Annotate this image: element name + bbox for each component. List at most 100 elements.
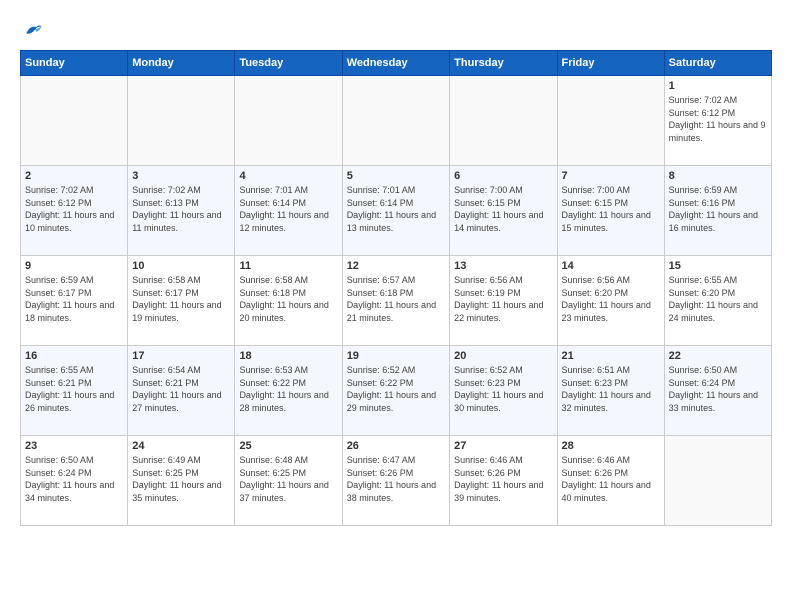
- calendar-week-row: 1 Sunrise: 7:02 AM Sunset: 6:12 PM Daylig…: [21, 76, 772, 166]
- day-number: 17: [132, 350, 230, 362]
- page-header: [20, 20, 772, 40]
- calendar-cell: 1 Sunrise: 7:02 AM Sunset: 6:12 PM Daylig…: [664, 76, 771, 166]
- calendar-cell: 25 Sunrise: 6:48 AM Sunset: 6:25 PM Dayli…: [235, 436, 342, 526]
- calendar-cell: 19 Sunrise: 6:52 AM Sunset: 6:22 PM Dayli…: [342, 346, 449, 436]
- day-number: 5: [347, 170, 445, 182]
- day-detail: Sunrise: 7:02 AM Sunset: 6:12 PM Dayligh…: [669, 94, 767, 144]
- day-detail: Sunrise: 6:57 AM Sunset: 6:18 PM Dayligh…: [347, 274, 445, 324]
- day-number: 16: [25, 350, 123, 362]
- calendar-cell: 16 Sunrise: 6:55 AM Sunset: 6:21 PM Dayli…: [21, 346, 128, 436]
- column-header-monday: Monday: [128, 51, 235, 76]
- calendar-cell: 17 Sunrise: 6:54 AM Sunset: 6:21 PM Dayli…: [128, 346, 235, 436]
- calendar-cell: [450, 76, 557, 166]
- calendar-cell: 15 Sunrise: 6:55 AM Sunset: 6:20 PM Dayli…: [664, 256, 771, 346]
- calendar-cell: 11 Sunrise: 6:58 AM Sunset: 6:18 PM Dayli…: [235, 256, 342, 346]
- calendar-cell: 22 Sunrise: 6:50 AM Sunset: 6:24 PM Dayli…: [664, 346, 771, 436]
- calendar-header-row: SundayMondayTuesdayWednesdayThursdayFrid…: [21, 51, 772, 76]
- calendar-table: SundayMondayTuesdayWednesdayThursdayFrid…: [20, 50, 772, 526]
- day-number: 10: [132, 260, 230, 272]
- day-detail: Sunrise: 6:52 AM Sunset: 6:22 PM Dayligh…: [347, 364, 445, 414]
- day-number: 19: [347, 350, 445, 362]
- day-number: 6: [454, 170, 552, 182]
- day-number: 2: [25, 170, 123, 182]
- day-number: 1: [669, 80, 767, 92]
- day-detail: Sunrise: 6:55 AM Sunset: 6:20 PM Dayligh…: [669, 274, 767, 324]
- day-detail: Sunrise: 6:47 AM Sunset: 6:26 PM Dayligh…: [347, 454, 445, 504]
- column-header-wednesday: Wednesday: [342, 51, 449, 76]
- column-header-tuesday: Tuesday: [235, 51, 342, 76]
- day-detail: Sunrise: 6:58 AM Sunset: 6:18 PM Dayligh…: [239, 274, 337, 324]
- logo: [20, 20, 43, 40]
- day-detail: Sunrise: 6:56 AM Sunset: 6:19 PM Dayligh…: [454, 274, 552, 324]
- calendar-cell: 13 Sunrise: 6:56 AM Sunset: 6:19 PM Dayli…: [450, 256, 557, 346]
- day-number: 7: [562, 170, 660, 182]
- calendar-week-row: 16 Sunrise: 6:55 AM Sunset: 6:21 PM Dayli…: [21, 346, 772, 436]
- calendar-cell: 10Sunrise: 6:58 AM Sunset: 6:17 PM Dayli…: [128, 256, 235, 346]
- day-number: 22: [669, 350, 767, 362]
- calendar-cell: 7 Sunrise: 7:00 AM Sunset: 6:15 PM Daylig…: [557, 166, 664, 256]
- calendar-cell: 5 Sunrise: 7:01 AM Sunset: 6:14 PM Daylig…: [342, 166, 449, 256]
- column-header-thursday: Thursday: [450, 51, 557, 76]
- calendar-cell: 4 Sunrise: 7:01 AM Sunset: 6:14 PM Daylig…: [235, 166, 342, 256]
- calendar-cell: 2 Sunrise: 7:02 AM Sunset: 6:12 PM Daylig…: [21, 166, 128, 256]
- calendar-cell: 27 Sunrise: 6:46 AM Sunset: 6:26 PM Dayli…: [450, 436, 557, 526]
- day-detail: Sunrise: 7:00 AM Sunset: 6:15 PM Dayligh…: [454, 184, 552, 234]
- calendar-cell: [557, 76, 664, 166]
- calendar-cell: 26 Sunrise: 6:47 AM Sunset: 6:26 PM Dayli…: [342, 436, 449, 526]
- calendar-cell: 24 Sunrise: 6:49 AM Sunset: 6:25 PM Dayli…: [128, 436, 235, 526]
- day-detail: Sunrise: 6:53 AM Sunset: 6:22 PM Dayligh…: [239, 364, 337, 414]
- day-detail: Sunrise: 6:48 AM Sunset: 6:25 PM Dayligh…: [239, 454, 337, 504]
- logo-bird-icon: [23, 20, 43, 40]
- day-detail: Sunrise: 7:00 AM Sunset: 6:15 PM Dayligh…: [562, 184, 660, 234]
- day-number: 21: [562, 350, 660, 362]
- day-detail: Sunrise: 6:51 AM Sunset: 6:23 PM Dayligh…: [562, 364, 660, 414]
- calendar-cell: [128, 76, 235, 166]
- day-detail: Sunrise: 6:46 AM Sunset: 6:26 PM Dayligh…: [454, 454, 552, 504]
- calendar-cell: 8 Sunrise: 6:59 AM Sunset: 6:16 PM Daylig…: [664, 166, 771, 256]
- column-header-saturday: Saturday: [664, 51, 771, 76]
- calendar-cell: [342, 76, 449, 166]
- day-number: 12: [347, 260, 445, 272]
- calendar-cell: [21, 76, 128, 166]
- calendar-cell: 3 Sunrise: 7:02 AM Sunset: 6:13 PM Daylig…: [128, 166, 235, 256]
- day-number: 11: [239, 260, 337, 272]
- day-number: 23: [25, 440, 123, 452]
- calendar-cell: 28 Sunrise: 6:46 AM Sunset: 6:26 PM Dayli…: [557, 436, 664, 526]
- calendar-cell: 21 Sunrise: 6:51 AM Sunset: 6:23 PM Dayli…: [557, 346, 664, 436]
- day-number: 24: [132, 440, 230, 452]
- calendar-cell: 18 Sunrise: 6:53 AM Sunset: 6:22 PM Dayli…: [235, 346, 342, 436]
- day-detail: Sunrise: 6:55 AM Sunset: 6:21 PM Dayligh…: [25, 364, 123, 414]
- calendar-cell: 23Sunrise: 6:50 AM Sunset: 6:24 PM Dayli…: [21, 436, 128, 526]
- day-detail: Sunrise: 6:49 AM Sunset: 6:25 PM Dayligh…: [132, 454, 230, 504]
- day-detail: Sunrise: 6:46 AM Sunset: 6:26 PM Dayligh…: [562, 454, 660, 504]
- day-detail: Sunrise: 6:59 AM Sunset: 6:16 PM Dayligh…: [669, 184, 767, 234]
- day-number: 26: [347, 440, 445, 452]
- day-number: 15: [669, 260, 767, 272]
- day-number: 18: [239, 350, 337, 362]
- day-number: 14: [562, 260, 660, 272]
- calendar-week-row: 9Sunrise: 6:59 AM Sunset: 6:17 PM Daylig…: [21, 256, 772, 346]
- day-number: 25: [239, 440, 337, 452]
- day-detail: Sunrise: 7:01 AM Sunset: 6:14 PM Dayligh…: [239, 184, 337, 234]
- day-number: 28: [562, 440, 660, 452]
- calendar-cell: [235, 76, 342, 166]
- calendar-cell: 6 Sunrise: 7:00 AM Sunset: 6:15 PM Daylig…: [450, 166, 557, 256]
- calendar-week-row: 23Sunrise: 6:50 AM Sunset: 6:24 PM Dayli…: [21, 436, 772, 526]
- day-number: 8: [669, 170, 767, 182]
- calendar-cell: [664, 436, 771, 526]
- day-number: 3: [132, 170, 230, 182]
- day-number: 13: [454, 260, 552, 272]
- day-detail: Sunrise: 7:01 AM Sunset: 6:14 PM Dayligh…: [347, 184, 445, 234]
- day-detail: Sunrise: 6:50 AM Sunset: 6:24 PM Dayligh…: [669, 364, 767, 414]
- day-number: 4: [239, 170, 337, 182]
- day-detail: Sunrise: 6:56 AM Sunset: 6:20 PM Dayligh…: [562, 274, 660, 324]
- day-number: 27: [454, 440, 552, 452]
- calendar-cell: 12 Sunrise: 6:57 AM Sunset: 6:18 PM Dayli…: [342, 256, 449, 346]
- day-detail: Sunrise: 7:02 AM Sunset: 6:13 PM Dayligh…: [132, 184, 230, 234]
- day-number: 20: [454, 350, 552, 362]
- day-detail: Sunrise: 7:02 AM Sunset: 6:12 PM Dayligh…: [25, 184, 123, 234]
- day-detail: Sunrise: 6:52 AM Sunset: 6:23 PM Dayligh…: [454, 364, 552, 414]
- calendar-cell: 20 Sunrise: 6:52 AM Sunset: 6:23 PM Dayli…: [450, 346, 557, 436]
- day-number: 9: [25, 260, 123, 272]
- day-detail: Sunrise: 6:54 AM Sunset: 6:21 PM Dayligh…: [132, 364, 230, 414]
